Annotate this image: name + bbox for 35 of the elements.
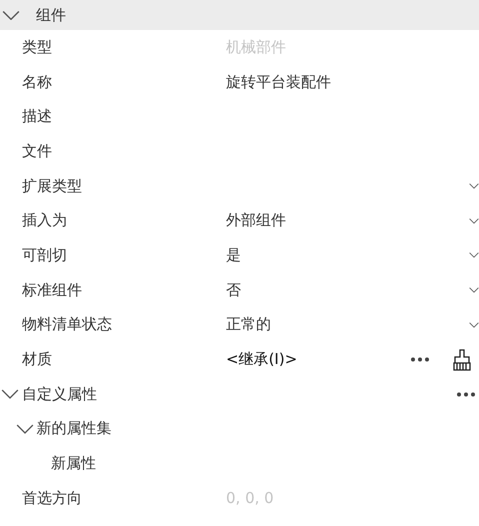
property-value: 外部组件: [226, 211, 286, 230]
dropdown-caret-icon[interactable]: [469, 252, 479, 258]
property-label: 自定义属性: [22, 384, 97, 404]
section-title: 组件: [36, 6, 66, 24]
property-label: 可剖切: [22, 246, 67, 265]
more-button[interactable]: [410, 357, 430, 362]
property-label: 名称: [22, 72, 52, 92]
property-label: 首选方向: [22, 488, 82, 508]
property-value: 正常的: [226, 315, 271, 334]
property-label: 新属性: [51, 454, 96, 474]
property-label: 扩展类型: [22, 176, 82, 196]
property-value: 机械部件: [226, 38, 286, 57]
property-value: 否: [226, 280, 241, 300]
section-header[interactable]: 组件: [0, 0, 479, 30]
property-label: 插入为: [22, 211, 67, 230]
dropdown-caret-icon[interactable]: [469, 218, 479, 224]
property-value: 旋转平台装配件: [226, 72, 331, 92]
dropdown-caret-icon[interactable]: [469, 322, 479, 328]
property-label: 物料清单状态: [22, 315, 112, 334]
chevron-icon[interactable]: [1, 388, 19, 400]
property-label: 文件: [22, 142, 52, 161]
more-button[interactable]: [456, 392, 476, 397]
property-value: 0, 0, 0: [226, 489, 274, 508]
chevron-icon[interactable]: [2, 10, 20, 20]
dropdown-caret-icon[interactable]: [469, 183, 479, 190]
property-label: 描述: [22, 107, 52, 126]
property-label: 新的属性集: [36, 419, 112, 438]
property-label: 材质: [22, 350, 52, 370]
chevron-icon[interactable]: [16, 424, 34, 434]
property-value: <继承(I)>: [226, 350, 298, 370]
property-label: 标准组件: [22, 280, 82, 300]
property-label: 类型: [22, 38, 52, 57]
property-value: 是: [226, 246, 241, 265]
brush-icon[interactable]: [453, 348, 471, 371]
dropdown-caret-icon[interactable]: [469, 287, 479, 294]
